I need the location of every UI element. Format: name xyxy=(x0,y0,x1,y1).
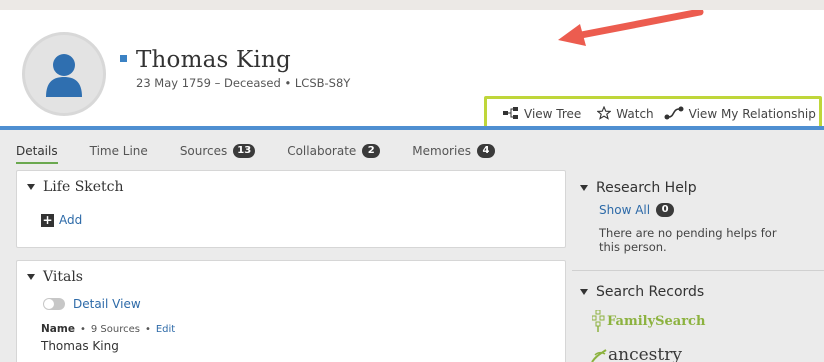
detail-view-toggle[interactable]: Detail View xyxy=(43,297,141,311)
tab-label: Details xyxy=(16,144,58,158)
tab-time-line[interactable]: Time Line xyxy=(90,144,148,158)
ancestry-logo-text: ancestry xyxy=(608,345,682,362)
ancestry-leaf-icon xyxy=(591,349,607,362)
life-sketch-title: Life Sketch xyxy=(43,179,124,195)
tab-label: Collaborate xyxy=(287,144,357,158)
name-field-header: Name • 9 Sources • Edit xyxy=(41,323,175,335)
research-help-title: Research Help xyxy=(596,180,697,196)
relationship-icon xyxy=(664,106,684,123)
caret-down-icon xyxy=(580,289,588,295)
caret-down-icon xyxy=(27,184,35,190)
familysearch-link[interactable]: FamilySearch xyxy=(592,310,705,332)
tree-icon xyxy=(503,106,519,122)
familysearch-logo-text: FamilySearch xyxy=(607,313,706,329)
vitals-title: Vitals xyxy=(43,269,83,285)
name-label: Name xyxy=(41,323,75,335)
tab-details[interactable]: Details xyxy=(16,144,58,164)
watch-label: Watch xyxy=(616,107,654,121)
sidebar-divider xyxy=(572,270,824,271)
person-silhouette-icon xyxy=(46,54,82,97)
view-my-relationship-button[interactable]: View My Relationship xyxy=(664,106,816,123)
vitals-toggle[interactable]: Vitals xyxy=(27,269,83,285)
name-sources-count: 9 Sources xyxy=(90,323,140,335)
caret-down-icon xyxy=(580,185,588,191)
watch-button[interactable]: Watch xyxy=(596,105,654,123)
no-pending-helps-message: There are no pending helps for this pers… xyxy=(599,226,777,254)
edit-name-link[interactable]: Edit xyxy=(156,324,175,335)
memories-count-badge: 4 xyxy=(476,144,495,158)
name-value: Thomas King xyxy=(41,339,119,353)
tab-label: Sources xyxy=(179,144,228,158)
tab-memories[interactable]: Memories 4 xyxy=(412,144,495,158)
add-life-sketch-button[interactable]: + Add xyxy=(41,213,82,227)
view-tree-label: View Tree xyxy=(524,107,582,121)
vitals-card: Vitals Detail View Name • 9 Sources • Ed… xyxy=(16,260,566,362)
person-vitals-summary: 23 May 1759 – Deceased • LCSB-S8Y xyxy=(136,76,351,90)
research-help-toggle[interactable]: Research Help xyxy=(580,180,697,196)
add-label: Add xyxy=(59,213,83,227)
search-records-title: Search Records xyxy=(596,284,705,300)
avatar xyxy=(22,32,106,116)
show-all-label: Show All xyxy=(599,203,651,217)
tab-label: Time Line xyxy=(89,144,148,158)
separator-dot: • xyxy=(144,323,151,335)
collaborate-count-badge: 2 xyxy=(362,144,381,158)
search-records-toggle[interactable]: Search Records xyxy=(580,284,704,300)
life-sketch-toggle[interactable]: Life Sketch xyxy=(27,179,124,195)
tab-label: Memories xyxy=(412,144,471,158)
star-icon xyxy=(596,105,612,123)
top-bar xyxy=(0,0,824,10)
view-tree-button[interactable]: View Tree xyxy=(503,106,582,122)
person-header: Thomas King 23 May 1759 – Deceased • LCS… xyxy=(0,10,824,132)
research-help-count-badge: 0 xyxy=(656,203,675,217)
separator-dot: • xyxy=(79,323,86,335)
familysearch-tree-icon xyxy=(592,310,605,332)
pointer-arrow-icon xyxy=(558,10,704,46)
tab-bar: Details Time Line Sources 13 Collaborate… xyxy=(16,144,527,164)
gender-indicator xyxy=(120,55,127,62)
plus-icon: + xyxy=(41,212,54,227)
tab-sources[interactable]: Sources 13 xyxy=(179,144,256,158)
ancestry-link[interactable]: ancestry xyxy=(590,345,682,362)
caret-down-icon xyxy=(27,274,35,280)
show-all-link[interactable]: Show All 0 xyxy=(599,203,675,217)
life-sketch-card: Life Sketch + Add xyxy=(16,170,566,248)
sources-count-badge: 13 xyxy=(233,144,256,158)
tab-collaborate[interactable]: Collaborate 2 xyxy=(287,144,381,158)
right-sidebar: Research Help Show All 0 There are no pe… xyxy=(572,168,824,362)
view-my-relationship-label: View My Relationship xyxy=(688,107,816,121)
detail-view-label: Detail View xyxy=(73,297,141,311)
toggle-switch-icon xyxy=(43,298,65,310)
person-name: Thomas King xyxy=(136,47,291,73)
